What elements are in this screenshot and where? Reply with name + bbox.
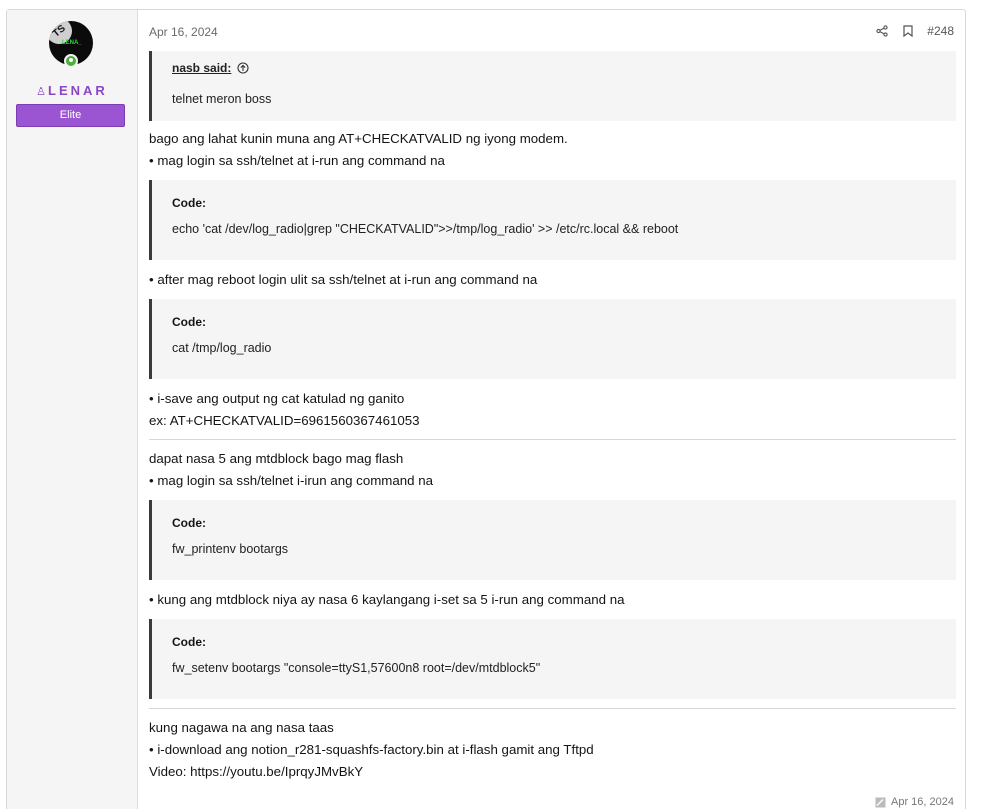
quote-block: nasb said: telnet meron boss	[149, 51, 956, 121]
body-line: • i-download ang notion_r281-squashfs-fa…	[149, 742, 594, 757]
video-link[interactable]: Video: https://youtu.be/IprqyJMvBkY	[149, 761, 956, 783]
post-actions: #248	[875, 24, 954, 38]
code-text[interactable]: fw_setenv bootargs "console=ttyS1,57600n…	[172, 661, 956, 675]
code-title: Code:	[172, 196, 206, 210]
body-line: bago ang lahat kunin muna ang AT+CHECKAT…	[149, 131, 568, 146]
body-line: • mag login sa ssh/telnet i-irun ang com…	[149, 473, 434, 488]
user-title-badge: Elite	[16, 104, 125, 127]
user-badge-icon: ♙	[36, 86, 47, 98]
divider	[149, 439, 956, 440]
code-title: Code:	[172, 635, 206, 649]
post-content: nasb said: telnet meron boss bago ang la…	[149, 51, 956, 783]
code-title: Code:	[172, 315, 206, 329]
code-text[interactable]: echo 'cat /dev/log_radio|grep "CHECKATVA…	[172, 222, 956, 236]
divider	[149, 708, 956, 709]
share-icon[interactable]	[875, 24, 889, 38]
code-block: Code: fw_setenv bootargs "console=ttyS1,…	[149, 619, 956, 699]
code-block: Code: fw_printenv bootargs	[149, 500, 956, 580]
code-block: Code: echo 'cat /dev/log_radio|grep "CHE…	[149, 180, 956, 260]
code-block: Code: cat /tmp/log_radio	[149, 299, 956, 379]
arrow-up-circle-icon[interactable]	[236, 61, 250, 75]
body-line: • mag login sa ssh/telnet at i-run ang c…	[149, 153, 445, 168]
body-line: • after mag reboot login ulit sa ssh/tel…	[149, 272, 538, 287]
body-line: kung nagawa na ang nasa taas	[149, 720, 334, 735]
forum-post: TS LENA_ ♙ LENAR Elite Apr 16, 2024 #248 …	[6, 9, 966, 809]
footer-date[interactable]: Apr 16, 2024	[891, 796, 954, 808]
code-title: Code:	[172, 516, 206, 530]
edited-icon	[873, 795, 887, 809]
username-text: LENAR	[48, 83, 108, 98]
quote-author-text: nasb said:	[172, 61, 232, 75]
body-line: dapat nasa 5 ang mtdblock bago mag flash	[149, 451, 404, 466]
post-number-link[interactable]: #248	[927, 24, 954, 38]
username-link[interactable]: ♙ LENAR	[7, 83, 137, 98]
online-status-icon	[64, 54, 78, 68]
code-text[interactable]: fw_printenv bootargs	[172, 542, 956, 556]
avatar-sub-lettering: LENA_	[62, 40, 82, 46]
post-main: Apr 16, 2024 #248 nasb said: telnet mero…	[138, 10, 965, 809]
code-text[interactable]: cat /tmp/log_radio	[172, 341, 956, 355]
body-line: • i-save ang output ng cat katulad ng ga…	[149, 391, 405, 406]
quote-author-link[interactable]: nasb said:	[172, 61, 956, 75]
body-line: • kung ang mtdblock niya ay nasa 6 kayla…	[149, 592, 625, 607]
quote-text: telnet meron boss	[172, 92, 272, 106]
body-line: ex: AT+CHECKATVALID=6961560367461053	[149, 413, 420, 428]
user-sidebar: TS LENA_ ♙ LENAR Elite	[7, 10, 138, 809]
bookmark-icon[interactable]	[901, 24, 915, 38]
post-footer: Apr 16, 2024	[873, 795, 954, 809]
post-date[interactable]: Apr 16, 2024	[149, 25, 218, 39]
